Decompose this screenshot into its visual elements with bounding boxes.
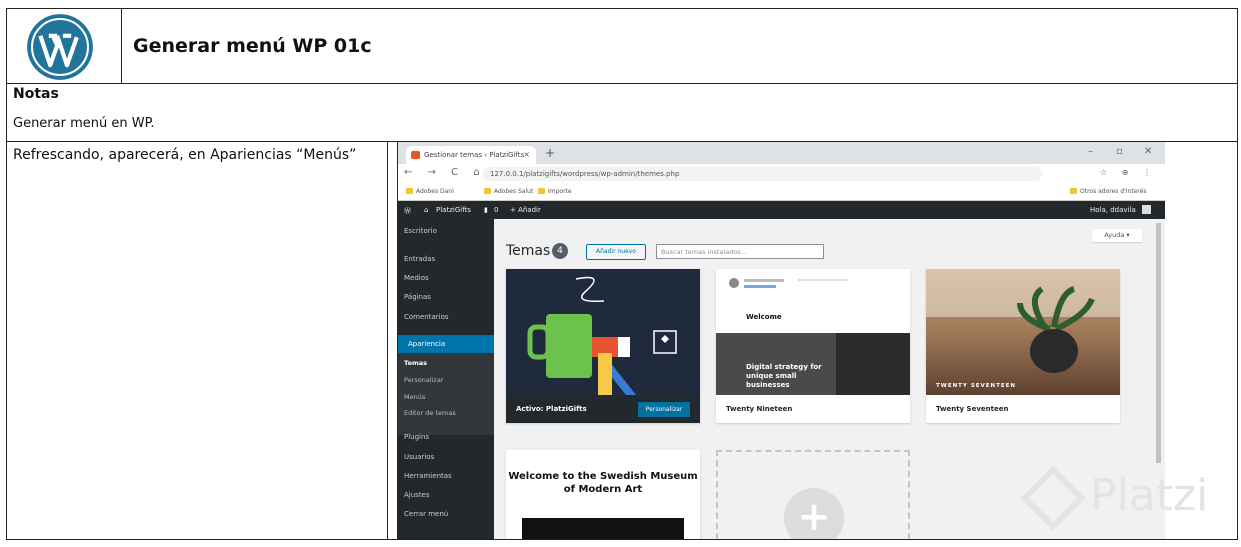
bookmark-item[interactable]: Importe: [538, 188, 572, 195]
theme-card-twentynineteen[interactable]: Welcome Digital strategy for unique smal…: [716, 269, 910, 423]
wordpress-logo-icon: [27, 14, 93, 80]
new-tab-button[interactable]: +: [545, 146, 555, 160]
menu-entradas[interactable]: Entradas: [404, 255, 435, 263]
tab-favicon-icon: [411, 151, 420, 159]
add-new-button[interactable]: Añadir nuevo: [586, 244, 646, 260]
minimize-icon[interactable]: –: [1088, 146, 1093, 157]
notes-row: Notas Generar menú en WP.: [7, 84, 1237, 142]
menu-cerrar[interactable]: Cerrar menú: [404, 510, 448, 518]
bookmark-item[interactable]: Adobes Salut: [484, 188, 533, 195]
menu-ajustes[interactable]: Ajustes: [404, 491, 430, 499]
submenu-menus[interactable]: Menús: [404, 393, 425, 401]
adminbar-site[interactable]: PlatziGifts: [436, 206, 471, 214]
browser-tabbar: Gestionar temas ‹ PlatziGifts × + – ▫ ✕: [398, 142, 1165, 164]
nav-buttons-icon[interactable]: ← → C ⌂: [404, 167, 486, 178]
customize-button[interactable]: Personalizar: [638, 402, 690, 417]
menu-plugins[interactable]: Plugins: [404, 433, 429, 441]
browser-toolbar: ← → C ⌂ 127.0.0.1/platzigifts/wordpress/…: [398, 164, 1165, 184]
theme-count-badge: 4: [552, 243, 568, 259]
add-theme-card[interactable]: +: [716, 450, 910, 539]
home-icon[interactable]: ⌂: [424, 206, 428, 214]
adminbar-new[interactable]: + Añadir: [510, 206, 541, 214]
submenu-temas[interactable]: Temas: [404, 359, 427, 367]
wp-logo-icon[interactable]: Ⓦ: [404, 206, 411, 216]
platzigifts-screenshot: [506, 269, 700, 395]
tab-close-icon[interactable]: ×: [523, 146, 530, 164]
theme-card-twentyseventeen[interactable]: TWENTY SEVENTEEN Twenty Seventeen: [926, 269, 1120, 423]
document-title: Generar menú WP 01c: [133, 35, 372, 57]
menu-paginas[interactable]: Páginas: [404, 293, 431, 301]
active-theme-label: Activo: PlatziGifts: [516, 405, 587, 413]
adminbar-comments[interactable]: 0: [494, 206, 498, 214]
digital-strategy-text: Digital strategy for unique small busine…: [746, 363, 822, 389]
notes-heading: Notas: [13, 86, 59, 102]
page-title: Temas: [506, 243, 551, 259]
logo-cell: [7, 9, 122, 83]
adminbar-howdy[interactable]: Hola, ddavila: [1090, 206, 1136, 214]
theme-name: Twenty Seventeen: [926, 395, 1120, 423]
menu-escritorio[interactable]: Escritorio: [404, 227, 437, 235]
twentyseventeen-screenshot: [926, 269, 1120, 395]
submenu-personalizar[interactable]: Personalizar: [404, 376, 444, 384]
theme-card-swedish[interactable]: Welcome to the Swedish Museum of Modern …: [506, 450, 700, 539]
swedish-dark-block: [522, 518, 684, 539]
address-bar[interactable]: 127.0.0.1/platzigifts/wordpress/wp-admin…: [482, 167, 1042, 181]
bookmark-item[interactable]: Adobes Dani: [406, 188, 454, 195]
platzi-watermark: Platzi: [1020, 465, 1209, 531]
document-table: Generar menú WP 01c Notas Generar menú e…: [6, 8, 1238, 540]
swedish-title: Welcome to the Swedish Museum of Modern …: [508, 471, 698, 495]
tab-title: Gestionar temas ‹ PlatziGifts: [424, 151, 525, 159]
notes-text: Generar menú en WP.: [13, 116, 155, 131]
close-window-icon[interactable]: ✕: [1144, 146, 1152, 157]
submenu-editor[interactable]: Editor de temas: [404, 409, 456, 417]
extensions-icon[interactable]: ☆ ⊕ ⋮: [1100, 168, 1157, 177]
watermark-text: Platzi: [1090, 470, 1209, 521]
instruction-text: Refrescando, aparecerá, en Apariencias “…: [13, 147, 357, 163]
theme-name-active: Activo: PlatziGifts Personalizar: [506, 395, 700, 423]
restore-icon[interactable]: ▫: [1116, 146, 1123, 157]
menu-medios[interactable]: Medios: [404, 274, 429, 282]
browser-tab[interactable]: Gestionar temas ‹ PlatziGifts ×: [406, 146, 536, 164]
theme-card-active[interactable]: Activo: PlatziGifts Personalizar: [506, 269, 700, 423]
menu-comentarios[interactable]: Comentarios: [404, 313, 449, 321]
bookmark-other[interactable]: Otros adores d'Interés: [1070, 188, 1147, 195]
twentyseventeen-overlay: TWENTY SEVENTEEN: [936, 383, 1017, 389]
search-themes-input[interactable]: Buscar temas instalados...: [656, 244, 824, 259]
add-theme-plus-icon[interactable]: +: [784, 488, 844, 539]
avatar[interactable]: [1142, 205, 1151, 214]
welcome-text: Welcome: [746, 313, 782, 321]
menu-usuarios[interactable]: Usuarios: [404, 453, 434, 461]
menu-apariencia[interactable]: Apariencia: [398, 335, 494, 353]
wp-sidebar: Escritorio Entradas Medios Páginas Comen…: [398, 219, 494, 539]
title-row: Generar menú WP 01c: [7, 9, 1237, 84]
platzi-diamond-icon: [1020, 465, 1086, 531]
scroll-thumb[interactable]: [1156, 223, 1161, 463]
comments-icon[interactable]: ▮: [484, 206, 488, 214]
theme-name: Twenty Nineteen: [716, 395, 910, 423]
bookmarks-bar: Adobes Dani Adobes Salut Importe Otros a…: [398, 184, 1165, 201]
wp-admin-bar: Ⓦ ⌂ PlatziGifts ▮ 0 + Añadir Hola, ddavi…: [398, 201, 1165, 219]
menu-herramientas[interactable]: Herramientas: [404, 472, 452, 480]
instruction-cell: Refrescando, aparecerá, en Apariencias “…: [7, 142, 388, 539]
help-button[interactable]: Ayuda ▾: [1092, 229, 1142, 242]
